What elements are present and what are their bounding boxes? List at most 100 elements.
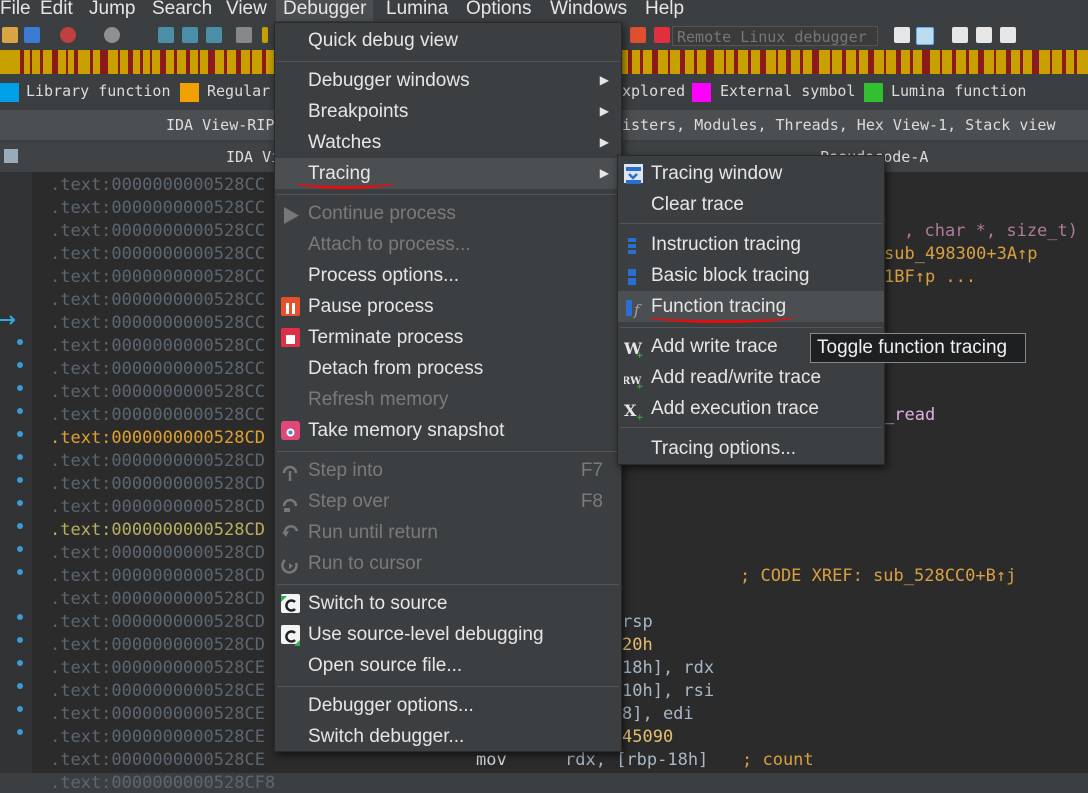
menu-item-run-to-cursor[interactable]: Run to cursor (275, 548, 621, 579)
code-address-line[interactable]: .text:0000000000528CC (50, 405, 265, 425)
tab-other-views[interactable]: isters, Modules, Threads, Hex View-1, St… (622, 116, 1055, 134)
code-address-line[interactable]: .text:0000000000528CD (50, 589, 265, 609)
menu-item-tracing-options[interactable]: Tracing options... (618, 433, 884, 464)
stop-icon[interactable] (654, 27, 670, 43)
code-address-line[interactable]: .text:0000000000528CE (50, 704, 265, 724)
code-address-line[interactable]: .text:0000000000528CC (50, 175, 265, 195)
menu-item-switch-debugger[interactable]: Switch debugger... (275, 721, 621, 752)
menu-item-detach-from-process[interactable]: Detach from process (275, 353, 621, 384)
menu-options[interactable]: Options (466, 0, 531, 21)
menu-windows[interactable]: Windows (550, 0, 627, 21)
struct-icon[interactable] (182, 27, 198, 43)
code-address-line[interactable]: .text:0000000000528CE (50, 727, 265, 747)
menu-item-debugger-windows[interactable]: Debugger windows ▶ (275, 65, 621, 96)
menu-item-tracing-window[interactable]: Tracing window (618, 158, 884, 189)
code-address-line[interactable]: .text:0000000000528CC (50, 359, 265, 379)
code-address-line[interactable]: .text:0000000000528CD (50, 612, 265, 632)
xref-text-2[interactable]: 1BF↑p ... (884, 267, 976, 287)
menu-item-instruction-tracing[interactable]: Instruction tracing (618, 229, 884, 260)
switch-source-icon[interactable] (894, 27, 910, 43)
menu-item-open-source-file[interactable]: Open source file... (275, 650, 621, 681)
code-address-line[interactable]: .text:0000000000528CE (50, 681, 265, 701)
menu-item-step-into[interactable]: Step into F7 (275, 455, 621, 486)
tracing-annotation-underline (296, 176, 394, 189)
code-address-line[interactable]: .text:0000000000528CC (50, 290, 265, 310)
menu-item-add-execution-trace[interactable]: X + Add execution trace (618, 393, 884, 424)
xref-text-3[interactable]: ; CODE XREF: sub_528CC0+B↑j (740, 566, 1016, 586)
code-address-line[interactable]: .text:0000000000528CC (50, 198, 265, 218)
code-address-line[interactable]: .text:0000000000528CD (50, 635, 265, 655)
menu-item-pause-process[interactable]: Pause process (275, 291, 621, 322)
code-address-line[interactable]: .text:0000000000528CF8 (50, 773, 275, 793)
menu-jump[interactable]: Jump (89, 0, 135, 21)
menu-item-quick-debug-view[interactable]: Quick debug view (275, 25, 621, 56)
code-address-line[interactable]: .text:0000000000528CD (50, 428, 265, 448)
step-over-icon (281, 492, 300, 512)
menu-item-step-over[interactable]: Step over F8 (275, 486, 621, 517)
tab-ida-view-rip[interactable]: IDA View-RIP (166, 116, 274, 134)
xref-text-1[interactable]: sub_498300+3A↑p (884, 244, 1038, 264)
code-address-line[interactable]: .text:0000000000528CD (50, 566, 265, 586)
list-icon[interactable] (952, 27, 968, 43)
code-address-line[interactable]: .text:0000000000528CC (50, 267, 265, 287)
save-icon[interactable] (24, 27, 40, 43)
forward-icon[interactable] (104, 27, 120, 43)
menu-file[interactable]: File (0, 0, 31, 21)
svg-text:+: + (636, 413, 643, 420)
code-address-line[interactable]: .text:0000000000528CD (50, 474, 265, 494)
list3-icon[interactable] (1000, 27, 1016, 43)
code-address-line[interactable]: .text:0000000000528CD (50, 451, 265, 471)
menu-item-process-options[interactable]: Process options... (275, 260, 621, 291)
tooltip: Toggle function tracing (810, 333, 1026, 363)
code-address-line[interactable]: .text:0000000000528CC (50, 244, 265, 264)
menu-item-refresh-memory[interactable]: Refresh memory (275, 384, 621, 415)
menu-item-add-read-write-trace[interactable]: RW + Add read/write trace (618, 362, 884, 393)
menu-item-switch-to-source[interactable]: Switch to source (275, 588, 621, 619)
tab-ida-view[interactable]: IDA Vi (226, 148, 280, 166)
menu-item-breakpoints[interactable]: Breakpoints ▶ (275, 96, 621, 127)
code-address-line[interactable]: .text:0000000000528CD (50, 543, 265, 563)
tracing-window-icon (624, 164, 643, 184)
plus-icon[interactable] (236, 27, 252, 43)
code-gutter[interactable] (0, 172, 32, 773)
menu-search[interactable]: Search (152, 0, 212, 21)
pause-icon[interactable] (630, 27, 646, 43)
menu-lumina[interactable]: Lumina (386, 0, 448, 21)
list2-icon[interactable] (976, 27, 992, 43)
menu-help[interactable]: Help (645, 0, 684, 21)
menu-item-run-until-return[interactable]: Run until return (275, 517, 621, 548)
source-debug-icon[interactable] (916, 27, 934, 45)
menu-view[interactable]: View (226, 0, 267, 21)
menu-item-basic-block-tracing[interactable]: Basic block tracing (618, 260, 884, 291)
submenu-arrow-icon: ▶ (599, 135, 609, 149)
menu-item-terminate-process[interactable]: Terminate process (275, 322, 621, 353)
menu-item-use-source-level-debugging[interactable]: Use source-level debugging (275, 619, 621, 650)
code-address-line[interactable]: .text:0000000000528CC (50, 382, 265, 402)
code-address-line[interactable]: .text:0000000000528CE (50, 750, 265, 770)
menu-item-debugger-options[interactable]: Debugger options... (275, 690, 621, 721)
code-address-line[interactable]: .text:0000000000528CC (50, 336, 265, 356)
menu-item-watches[interactable]: Watches ▶ (275, 127, 621, 158)
menu-item-attach-to-process[interactable]: Attach to process... (275, 229, 621, 260)
read-symbol[interactable]: _read (884, 405, 935, 425)
menu-item-continue-process[interactable]: Continue process (275, 198, 621, 229)
switch-source-icon (281, 594, 300, 613)
menu-item-clear-trace[interactable]: Clear trace (618, 189, 884, 220)
debugger-select[interactable]: Remote Linux debugger (672, 26, 878, 46)
back-icon[interactable] (60, 27, 76, 43)
code-address-line[interactable]: .text:0000000000528CC (50, 313, 265, 333)
list-view-icon[interactable] (4, 149, 18, 163)
code-address-line[interactable]: .text:0000000000528CE (50, 658, 265, 678)
code-address-line[interactable]: .text:0000000000528CD (50, 520, 265, 540)
svg-text:+: + (636, 351, 643, 358)
play-icon (281, 204, 300, 224)
menu-edit[interactable]: Edit (40, 0, 73, 21)
instruction-tracing-icon (624, 235, 643, 254)
open-icon[interactable] (2, 27, 18, 43)
hex-icon[interactable] (158, 27, 174, 43)
code-address-line[interactable]: .text:0000000000528CC (50, 221, 265, 241)
enum-icon[interactable] (206, 27, 222, 43)
menu-item-take-memory-snapshot[interactable]: Take memory snapshot (275, 415, 621, 446)
code-address-line[interactable]: .text:0000000000528CD (50, 497, 265, 517)
menu-debugger[interactable]: Debugger (276, 0, 374, 21)
